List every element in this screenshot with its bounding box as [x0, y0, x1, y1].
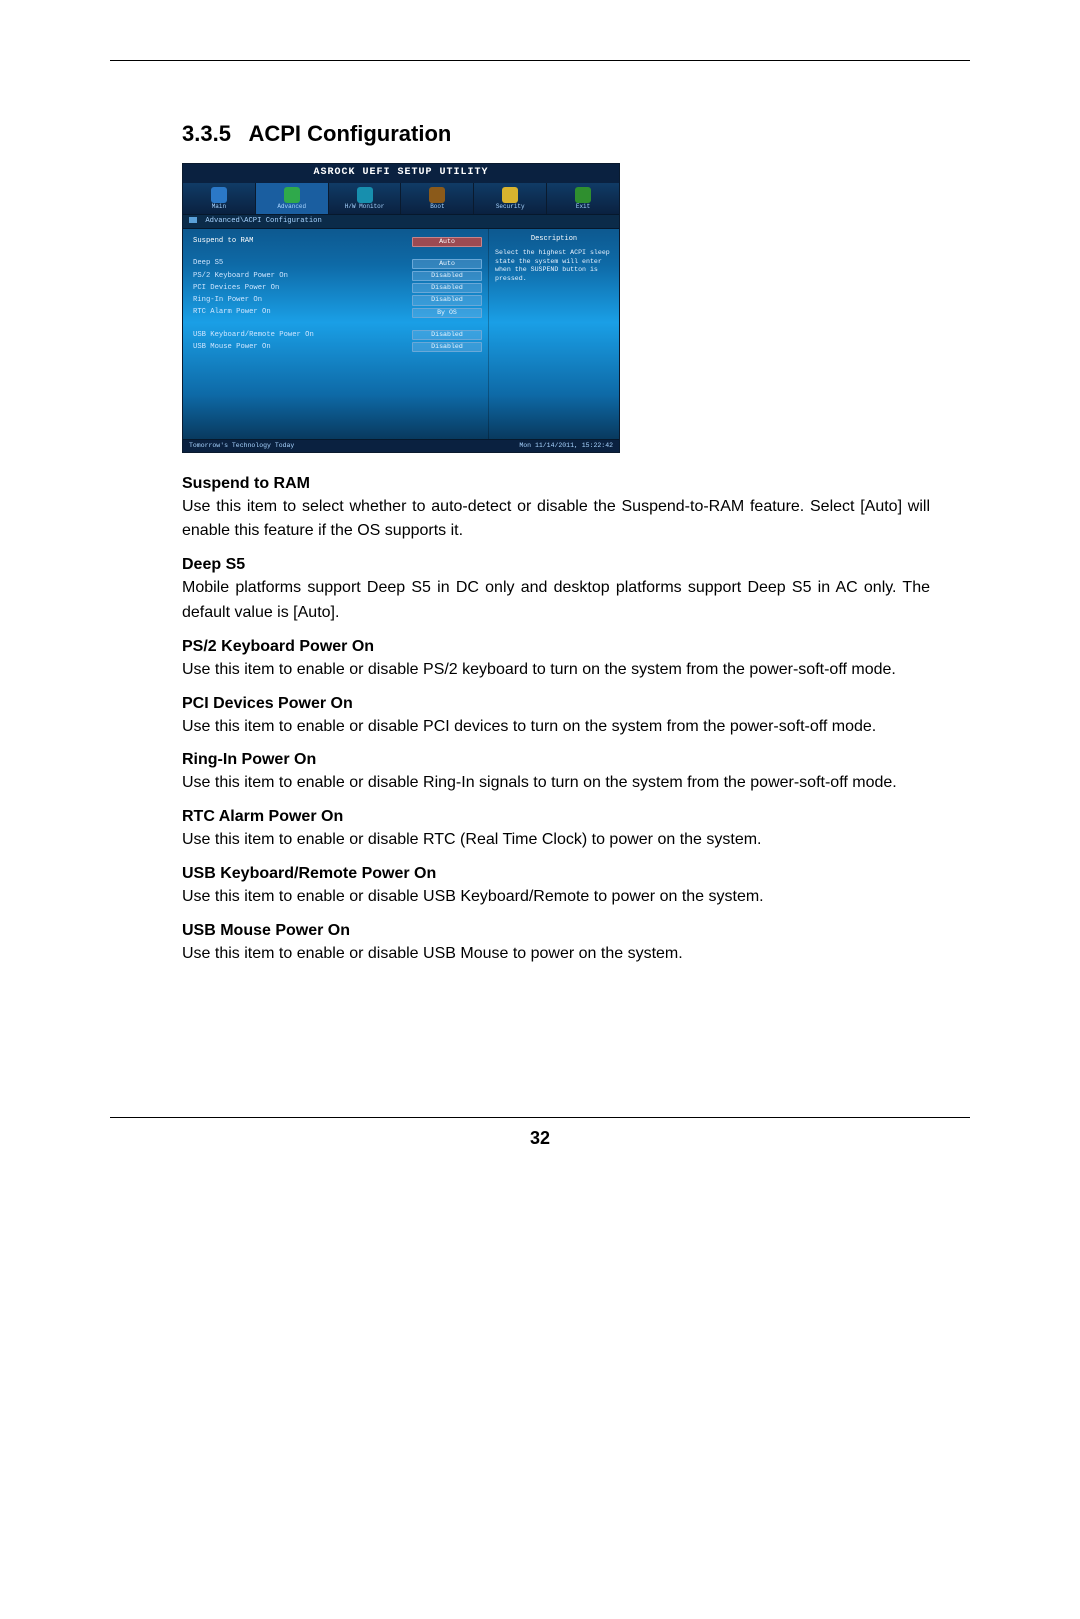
monitor-icon [357, 187, 373, 203]
entry-title: Ring-In Power On [182, 751, 930, 769]
star-icon [284, 187, 300, 203]
bios-option-usb-keyboard[interactable]: USB Keyboard/Remote Power On Disabled [193, 330, 482, 340]
entry-title: PS/2 Keyboard Power On [182, 638, 930, 656]
bios-tab-main[interactable]: Main [183, 183, 256, 214]
option-value[interactable]: Auto [412, 259, 482, 269]
tab-label: Advanced [277, 203, 306, 210]
doc-entry: Suspend to RAM Use this item to select wh… [182, 475, 930, 545]
option-label: PS/2 Keyboard Power On [193, 272, 288, 281]
bios-option-usb-mouse[interactable]: USB Mouse Power On Disabled [193, 342, 482, 352]
bios-tab-security[interactable]: Security [474, 183, 547, 214]
shield-icon [502, 187, 518, 203]
tab-label: Exit [576, 203, 590, 210]
entry-body: Use this item to enable or disable PCI d… [182, 715, 930, 740]
back-arrow-icon[interactable] [189, 217, 197, 223]
option-label: Deep S5 [193, 259, 223, 268]
top-rule [110, 60, 970, 61]
power-icon [575, 187, 591, 203]
page-number: 32 [110, 1128, 970, 1149]
entry-title: Suspend to RAM [182, 475, 930, 493]
entry-title: RTC Alarm Power On [182, 808, 930, 826]
bios-option-deep-s5[interactable]: Deep S5 Auto [193, 259, 482, 269]
entry-body: Use this item to enable or disable USB K… [182, 885, 930, 910]
section-heading: 3.3.5 ACPI Configuration [182, 121, 930, 147]
tab-label: Security [496, 203, 525, 210]
bios-tab-bar: Main Advanced H/W Monitor Boot Security [183, 183, 619, 214]
option-value[interactable]: By OS [412, 308, 482, 318]
bios-screenshot: ASROCK UEFI SETUP UTILITY Main Advanced … [182, 163, 620, 453]
bios-description-panel: Description Select the highest ACPI slee… [488, 229, 619, 439]
section-number: 3.3.5 [182, 121, 231, 146]
tab-label: H/W Monitor [345, 203, 385, 210]
tab-label: Main [212, 203, 226, 210]
page-content: 3.3.5 ACPI Configuration ASROCK UEFI SET… [110, 121, 970, 967]
footer-datetime: Mon 11/14/2011, 15:22:42 [519, 442, 613, 450]
bios-tab-advanced[interactable]: Advanced [256, 183, 329, 214]
option-label: Ring-In Power On [193, 296, 262, 305]
doc-entry: PS/2 Keyboard Power On Use this item to e… [182, 638, 930, 683]
option-value[interactable]: Disabled [412, 283, 482, 293]
doc-entry: RTC Alarm Power On Use this item to enabl… [182, 808, 930, 853]
option-value[interactable]: Disabled [412, 330, 482, 340]
bios-option-pci-devices[interactable]: PCI Devices Power On Disabled [193, 283, 482, 293]
entry-title: PCI Devices Power On [182, 695, 930, 713]
doc-entry: Ring-In Power On Use this item to enable … [182, 751, 930, 796]
document-page: 3.3.5 ACPI Configuration ASROCK UEFI SET… [0, 0, 1080, 1189]
bios-window-title: ASROCK UEFI SETUP UTILITY [183, 164, 619, 183]
clock-icon [211, 187, 227, 203]
bios-tab-hwmonitor[interactable]: H/W Monitor [329, 183, 402, 214]
entry-title: USB Keyboard/Remote Power On [182, 865, 930, 883]
option-label: USB Keyboard/Remote Power On [193, 331, 314, 340]
description-text: Select the highest ACPI sleep state the … [495, 249, 613, 283]
bios-option-ring-in[interactable]: Ring-In Power On Disabled [193, 295, 482, 305]
bottom-rule [110, 1117, 970, 1118]
option-label: Suspend to RAM [193, 237, 253, 246]
option-value[interactable]: Disabled [412, 271, 482, 281]
bios-options-panel: Suspend to RAM Auto Deep S5 Auto PS/2 Ke… [183, 229, 488, 439]
entry-body: Use this item to enable or disable PS/2 … [182, 658, 930, 683]
description-heading: Description [495, 235, 613, 244]
option-label: PCI Devices Power On [193, 284, 279, 293]
doc-entry: PCI Devices Power On Use this item to ena… [182, 695, 930, 740]
option-label: USB Mouse Power On [193, 343, 271, 352]
footer-slogan: Tomorrow's Technology Today [189, 442, 294, 450]
entry-body: Use this item to enable or disable Ring-… [182, 771, 930, 796]
bios-option-suspend-to-ram[interactable]: Suspend to RAM Auto [193, 237, 482, 247]
bios-option-ps2-keyboard[interactable]: PS/2 Keyboard Power On Disabled [193, 271, 482, 281]
bios-tab-exit[interactable]: Exit [547, 183, 619, 214]
bios-tab-boot[interactable]: Boot [401, 183, 474, 214]
entry-body: Use this item to select whether to auto-… [182, 495, 930, 545]
entries-list: Suspend to RAM Use this item to select wh… [182, 475, 930, 967]
option-label: RTC Alarm Power On [193, 308, 271, 317]
entry-title: USB Mouse Power On [182, 922, 930, 940]
section-title: ACPI Configuration [248, 121, 451, 146]
bios-footer: Tomorrow's Technology Today Mon 11/14/20… [183, 439, 619, 452]
option-value[interactable]: Disabled [412, 342, 482, 352]
option-value[interactable]: Disabled [412, 295, 482, 305]
boot-icon [429, 187, 445, 203]
option-value[interactable]: Auto [412, 237, 482, 247]
bios-option-rtc-alarm[interactable]: RTC Alarm Power On By OS [193, 308, 482, 318]
entry-title: Deep S5 [182, 556, 930, 574]
tab-label: Boot [430, 203, 444, 210]
spacer [193, 320, 482, 328]
spacer [193, 249, 482, 257]
bios-breadcrumb: Advanced\ACPI Configuration [183, 214, 619, 229]
doc-entry: Deep S5 Mobile platforms support Deep S5 … [182, 556, 930, 626]
doc-entry: USB Keyboard/Remote Power On Use this ite… [182, 865, 930, 910]
breadcrumb-text: Advanced\ACPI Configuration [205, 217, 321, 225]
entry-body: Use this item to enable or disable USB M… [182, 942, 930, 967]
doc-entry: USB Mouse Power On Use this item to enabl… [182, 922, 930, 967]
entry-body: Use this item to enable or disable RTC (… [182, 828, 930, 853]
bios-body: Suspend to RAM Auto Deep S5 Auto PS/2 Ke… [183, 229, 619, 439]
entry-body: Mobile platforms support Deep S5 in DC o… [182, 576, 930, 626]
